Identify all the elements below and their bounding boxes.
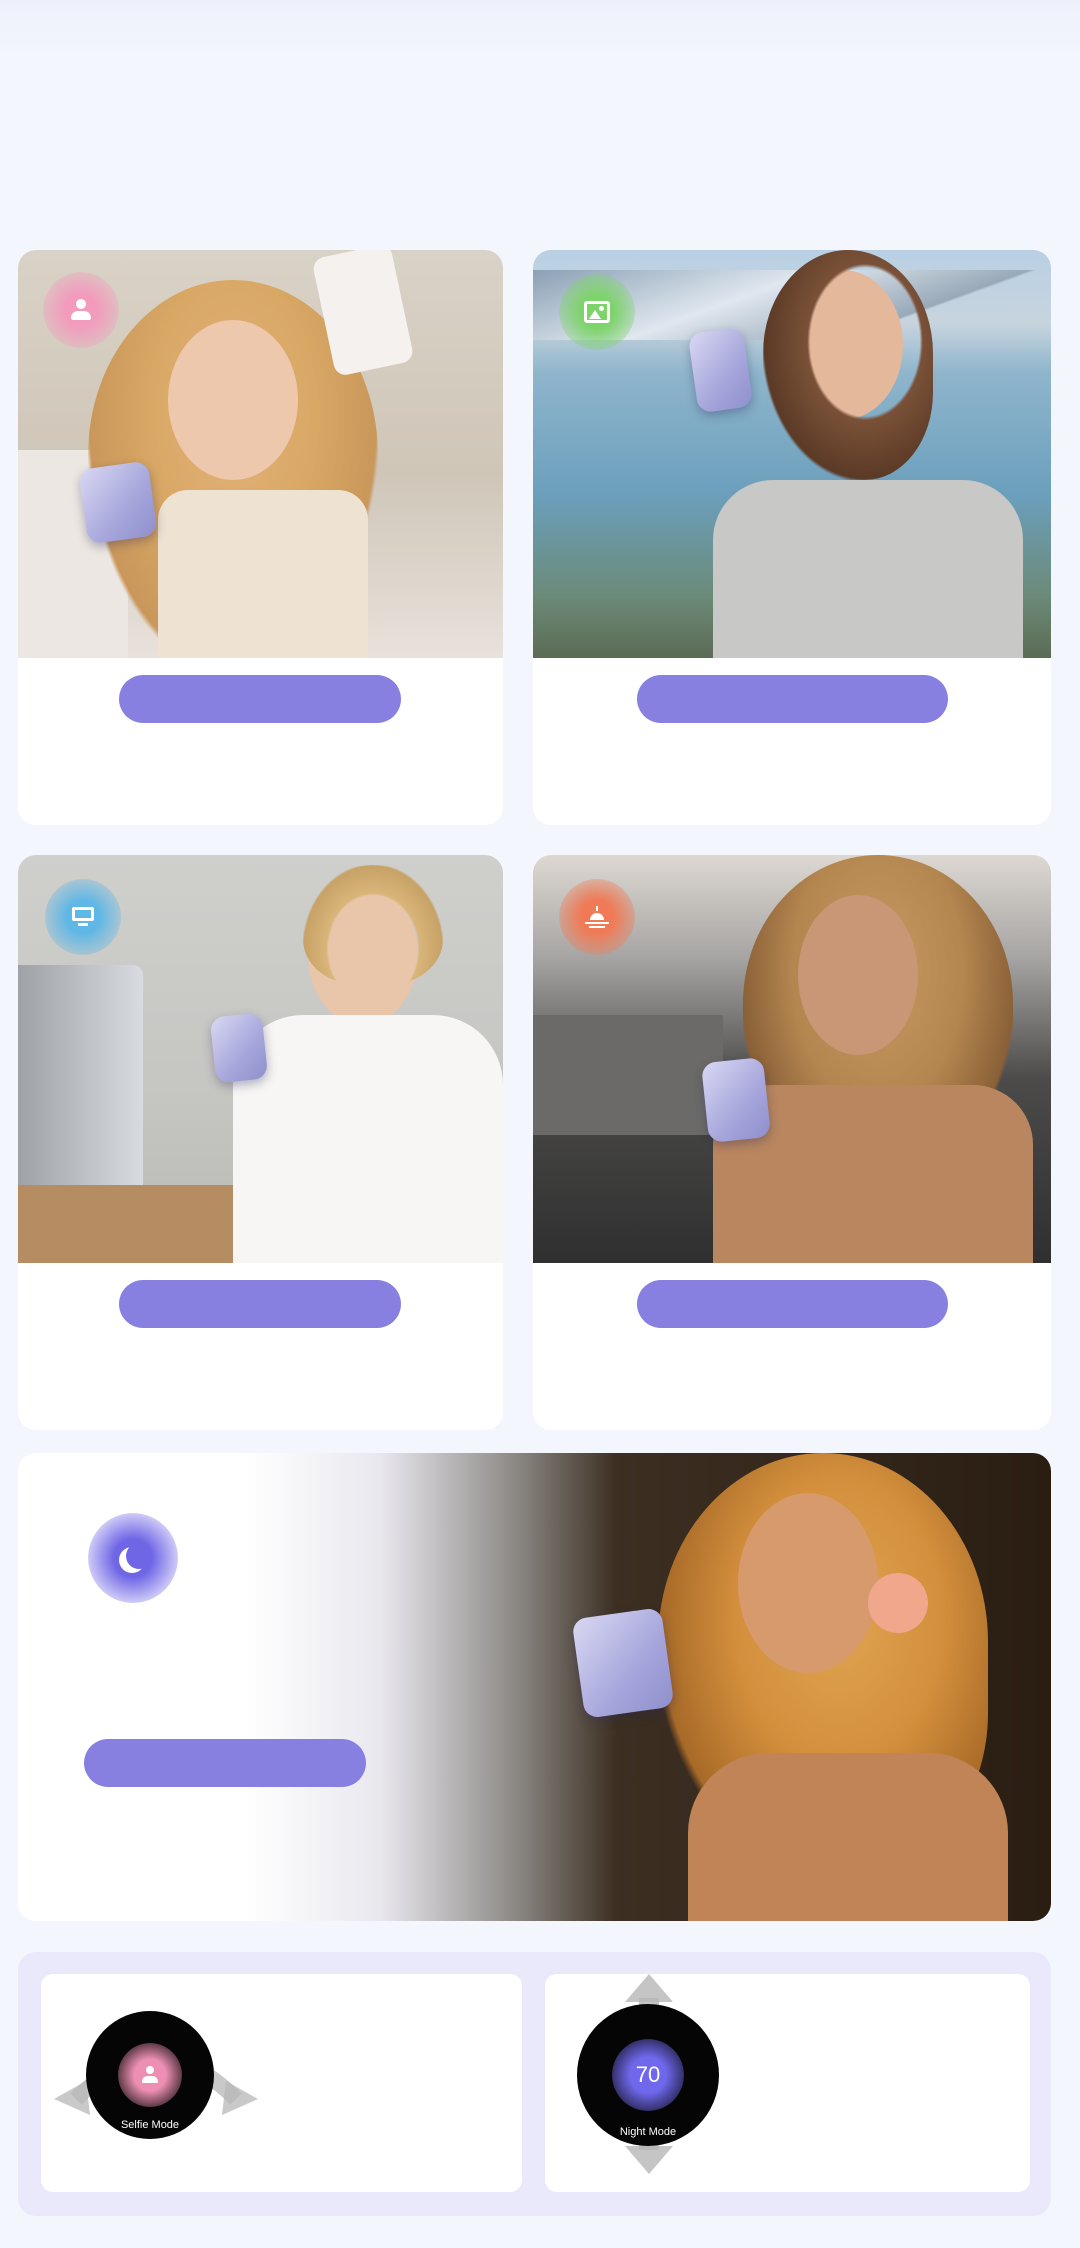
selfie-knob-card[interactable]: Selfie Mode — [41, 1974, 522, 2192]
selfie-mode-button[interactable] — [119, 675, 401, 723]
compact-mirror — [78, 460, 158, 545]
monitor-icon — [72, 907, 94, 927]
compact-mirror — [209, 1012, 269, 1084]
selfie-mode-label: Selfie Mode — [120, 2119, 180, 2131]
person-icon — [140, 2064, 160, 2086]
office-mode-button[interactable] — [119, 1280, 401, 1328]
controls-panel: Selfie Mode 70 Night Mode — [18, 1952, 1051, 2216]
sunrise-icon — [585, 906, 609, 928]
night-mode-knob[interactable]: 70 Night Mode — [577, 2004, 719, 2146]
selfie-mode-card[interactable] — [18, 250, 503, 825]
person-icon — [66, 295, 96, 325]
compact-mirror — [687, 326, 754, 414]
moon-icon — [126, 1543, 152, 1569]
night-badge — [88, 1513, 178, 1603]
selfie-badge — [43, 272, 119, 348]
daylight-mode-button[interactable] — [637, 1280, 948, 1328]
outdoor-mode-card[interactable] — [533, 250, 1051, 825]
compact-mirror — [571, 1607, 675, 1719]
daylight-badge — [559, 879, 635, 955]
brightness-value: 70 — [635, 2062, 661, 2087]
outdoor-badge — [559, 274, 635, 350]
landscape-icon — [584, 301, 610, 323]
night-mode-card[interactable] — [18, 1453, 1051, 1921]
top-header-band — [0, 0, 1080, 60]
selfie-glow — [118, 2043, 182, 2107]
night-mode-button[interactable] — [84, 1739, 366, 1787]
office-mode-card[interactable] — [18, 855, 503, 1430]
night-mode-label: Night Mode — [619, 2126, 677, 2138]
selfie-mode-knob[interactable]: Selfie Mode — [86, 2011, 214, 2139]
night-photo — [538, 1453, 1051, 1921]
night-glow: 70 — [612, 2039, 684, 2111]
night-knob-card[interactable]: 70 Night Mode — [545, 1974, 1030, 2192]
outdoor-mode-button[interactable] — [637, 675, 948, 723]
daylight-mode-card[interactable] — [533, 855, 1051, 1430]
office-badge — [45, 879, 121, 955]
compact-mirror — [700, 1056, 772, 1144]
